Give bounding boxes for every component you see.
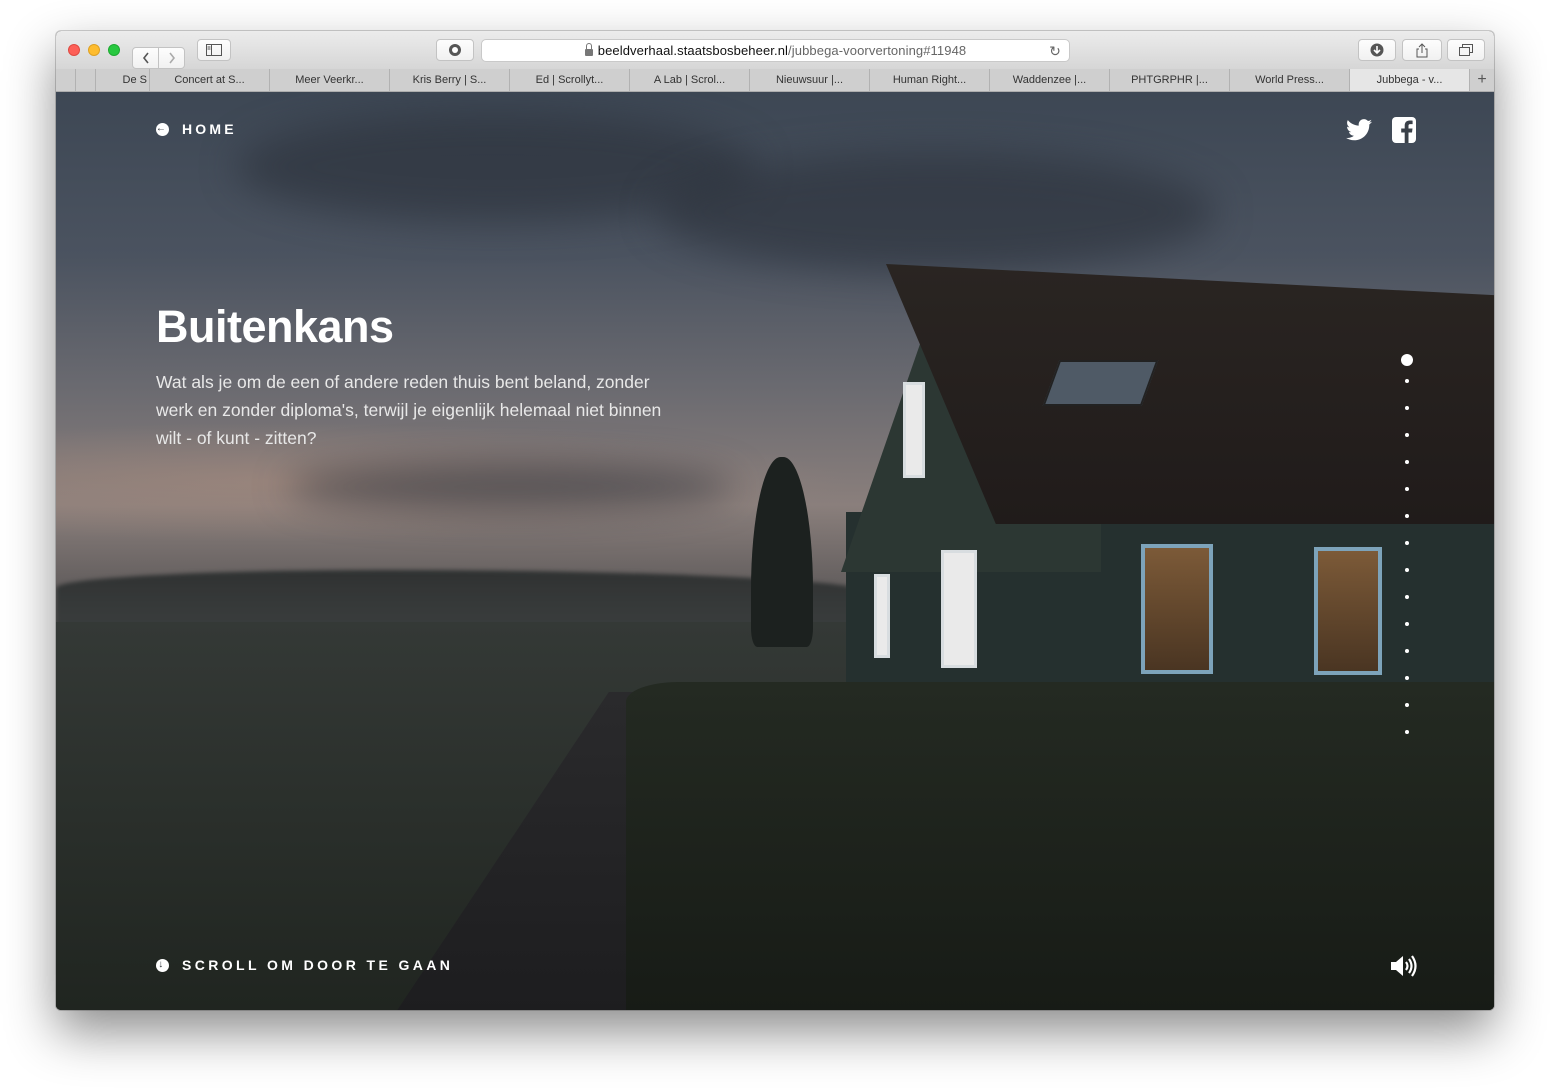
tab[interactable]: Kris Berry | S... (390, 69, 510, 91)
arrow-down-circle-icon: ↓ (156, 958, 169, 972)
tab[interactable]: Waddenzee |... (990, 69, 1110, 91)
tab[interactable]: Concert at S... (150, 69, 270, 91)
twitter-icon[interactable] (1346, 117, 1372, 143)
tab[interactable]: Human Right... (870, 69, 990, 91)
intro-text: Wat als je om de een of andere reden thu… (156, 371, 662, 448)
navigation-buttons (132, 39, 186, 69)
tabs-icon (1459, 44, 1473, 56)
tab[interactable]: Nieuwsuur |... (750, 69, 870, 91)
tab[interactable]: Meer Veerkr... (270, 69, 390, 91)
url-path: /jubbega-voorvertoning#11948 (788, 43, 967, 58)
hero-section: ← HOME Buitenkans Wat als je om de een o… (56, 92, 1494, 1010)
tab-overview-button[interactable] (1447, 39, 1485, 61)
sidebar-toggle-button[interactable] (197, 39, 231, 61)
sidebar-icon (206, 44, 222, 56)
arrow-left-circle-icon: ← (155, 122, 170, 136)
url-domain: beeldverhaal.staatsbosbeheer.nl (597, 43, 789, 58)
tab[interactable]: A Lab | Scrol... (630, 69, 750, 91)
extension-button[interactable] (436, 39, 474, 61)
address-bar[interactable]: beeldverhaal.staatsbosbeheer.nl/jubbega-… (481, 39, 1070, 62)
section-dot[interactable] (1405, 406, 1409, 410)
section-dot[interactable] (1405, 487, 1409, 491)
share-button[interactable] (1402, 39, 1442, 61)
section-dot[interactable] (1405, 622, 1409, 626)
tab[interactable]: De S (96, 69, 150, 91)
section-dot[interactable] (1405, 649, 1409, 653)
browser-toolbar: beeldverhaal.staatsbosbeheer.nl/jubbega-… (56, 31, 1494, 70)
chevron-right-icon (168, 52, 175, 64)
home-link[interactable]: ← HOME (156, 121, 237, 137)
background-photo-window (874, 574, 890, 658)
scroll-prompt[interactable]: ↓ SCROLL OM DOOR TE GAAN (156, 957, 453, 973)
section-dot[interactable] (1405, 676, 1409, 680)
background-photo-lit-window (1141, 544, 1213, 674)
background-photo-window (903, 382, 925, 478)
background-photo-skylight (1042, 360, 1159, 406)
tab-pinned-spacer[interactable] (76, 69, 96, 91)
background-photo-cloud (286, 462, 736, 512)
downloads-button[interactable] (1358, 39, 1396, 61)
tab-pinned-spacer[interactable] (56, 69, 76, 91)
section-dot[interactable] (1405, 541, 1409, 545)
background-photo-cloud (656, 152, 1216, 272)
download-icon (1370, 43, 1384, 57)
background-photo-lit-window (1314, 547, 1382, 675)
hero-intro: Buitenkans Wat als je om de een of ander… (156, 302, 676, 452)
facebook-icon[interactable] (1392, 117, 1416, 143)
section-dot[interactable] (1405, 595, 1409, 599)
page-title: Buitenkans (156, 301, 394, 352)
reload-icon[interactable]: ↻ (1049, 43, 1061, 60)
section-dot[interactable] (1405, 514, 1409, 518)
section-dot[interactable] (1405, 568, 1409, 572)
section-dot[interactable] (1405, 379, 1409, 383)
section-dot[interactable] (1405, 433, 1409, 437)
tab-active[interactable]: Jubbega - v... (1350, 69, 1470, 91)
shield-icon (449, 44, 461, 56)
background-photo-hedge (626, 682, 1494, 1010)
section-dot-active[interactable] (1401, 354, 1413, 366)
volume-icon[interactable] (1390, 954, 1418, 978)
scroll-label: SCROLL OM DOOR TE GAAN (182, 957, 454, 973)
home-label: HOME (182, 121, 237, 137)
chevron-left-icon (142, 52, 149, 64)
browser-window: beeldverhaal.staatsbosbeheer.nl/jubbega-… (56, 31, 1494, 1010)
new-tab-button[interactable]: + (1470, 69, 1494, 91)
tab[interactable]: Ed | Scrollyt... (510, 69, 630, 91)
lock-icon (584, 43, 593, 56)
section-dot[interactable] (1405, 730, 1409, 734)
background-photo-window (941, 550, 977, 668)
tab-bar: De S Concert at S... Meer Veerkr... Kris… (56, 69, 1494, 92)
maximize-window-button[interactable] (108, 44, 120, 56)
tab[interactable]: PHTGRPHR |... (1110, 69, 1230, 91)
section-dot[interactable] (1405, 703, 1409, 707)
forward-button[interactable] (158, 47, 185, 69)
tab[interactable]: World Press... (1230, 69, 1350, 91)
close-window-button[interactable] (68, 44, 80, 56)
share-icon (1416, 42, 1428, 57)
minimize-window-button[interactable] (88, 44, 100, 56)
back-button[interactable] (132, 47, 159, 69)
section-dot[interactable] (1405, 460, 1409, 464)
